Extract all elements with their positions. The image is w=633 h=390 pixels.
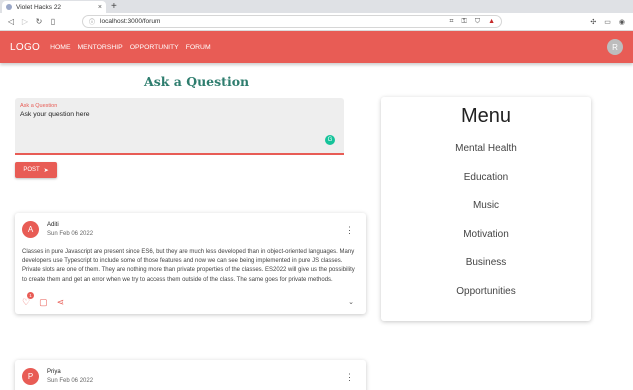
app-bar: LOGO HOME MENTORSHIP OPPORTUNITY FORUM R (0, 31, 633, 63)
nav-forum[interactable]: FORUM (186, 44, 211, 51)
main-content: Ask a Question Ask a Question Ask your q… (0, 63, 633, 390)
browser-toolbar: ◁ ▷ ↻ ▯ ⓘ localhost:3000/forum ⌗ ⚿ ⛉ ▲ ✣… (0, 13, 633, 31)
expand-icon[interactable]: ⌄ (348, 298, 354, 306)
shield-icon[interactable]: ⛉ (475, 18, 480, 26)
site-info-icon[interactable]: ⓘ (89, 17, 95, 26)
forward-icon[interactable]: ▷ (18, 17, 32, 26)
grammarly-icon[interactable]: G (325, 135, 335, 145)
post-header: P Priya Sun Feb 06 2022 ⋮ (15, 360, 366, 390)
menu-item-opportunities[interactable]: Opportunities (381, 285, 591, 314)
menu-item-music[interactable]: Music (381, 199, 591, 228)
author-name: Priya (47, 369, 61, 375)
logo[interactable]: LOGO (10, 42, 40, 53)
author-avatar: A (22, 221, 39, 238)
url-text: localhost:3000/forum (100, 18, 161, 25)
question-input-label: Ask a Question (20, 103, 58, 109)
key-icon[interactable]: ⚿ (461, 18, 466, 26)
author-avatar: P (22, 368, 39, 385)
nav-opportunity[interactable]: OPPORTUNITY (130, 44, 179, 51)
user-avatar[interactable]: R (607, 39, 623, 55)
post-actions: ♡ 1 ▢ ⋖ ⌄ (15, 285, 366, 314)
address-bar[interactable]: ⓘ localhost:3000/forum ⌗ ⚿ ⛉ ▲ (82, 15, 502, 28)
browser-tabstrip: Violet Hacks 22 × + (0, 0, 633, 13)
post-header: A Aditi Sun Feb 06 2022 ⋮ (15, 213, 366, 246)
question-input[interactable]: Ask a Question Ask your question here G (15, 98, 344, 155)
extensions-icon[interactable]: ✣ (590, 18, 596, 26)
nav-mentorship[interactable]: MENTORSHIP (78, 44, 123, 51)
browser-tab[interactable]: Violet Hacks 22 × (2, 1, 106, 13)
menu-item-education[interactable]: Education (381, 171, 591, 200)
post-card: A Aditi Sun Feb 06 2022 ⋮ Classes in pur… (15, 213, 366, 314)
like-count-badge: 1 (27, 291, 34, 299)
question-input-value: Ask your question here (20, 111, 90, 118)
comment-icon[interactable]: ▢ (39, 297, 48, 308)
sidebar-icon[interactable]: ▭ (604, 18, 611, 26)
post-button[interactable]: POST ➤ (15, 162, 57, 178)
send-icon: ➤ (43, 167, 49, 174)
new-tab-button[interactable]: + (111, 1, 117, 13)
menu-panel: Menu Mental Health Education Music Motiv… (381, 97, 591, 321)
more-options-icon[interactable]: ⋮ (345, 372, 354, 381)
more-options-icon[interactable]: ⋮ (345, 225, 354, 234)
like-button[interactable]: ♡ 1 (22, 291, 34, 308)
post-card: P Priya Sun Feb 06 2022 ⋮ (15, 360, 366, 390)
page-title: Ask a Question (144, 74, 250, 89)
close-tab-icon[interactable]: × (98, 4, 102, 11)
post-date: Sun Feb 06 2022 (47, 231, 94, 237)
share-icon[interactable]: ⋖ (57, 297, 65, 308)
reload-icon[interactable]: ↻ (32, 17, 46, 26)
menu-item-mental-health[interactable]: Mental Health (381, 142, 591, 171)
author-name: Aditi (47, 222, 59, 228)
bookmark-icon[interactable]: ▯ (46, 17, 60, 26)
post-button-label: POST (23, 167, 40, 173)
qr-icon[interactable]: ⌗ (450, 18, 454, 26)
menu-item-motivation[interactable]: Motivation (381, 228, 591, 257)
nav-home[interactable]: HOME (50, 44, 70, 51)
favicon-icon (6, 4, 12, 10)
tab-title: Violet Hacks 22 (16, 3, 62, 11)
menu-item-business[interactable]: Business (381, 256, 591, 285)
alert-icon[interactable]: ▲ (488, 18, 495, 26)
menu-title: Menu (460, 105, 512, 127)
post-date: Sun Feb 06 2022 (47, 378, 94, 384)
back-icon[interactable]: ◁ (4, 17, 18, 26)
profile-icon[interactable]: ◉ (619, 18, 625, 26)
post-body: Classes in pure Javascript are present s… (22, 249, 355, 283)
